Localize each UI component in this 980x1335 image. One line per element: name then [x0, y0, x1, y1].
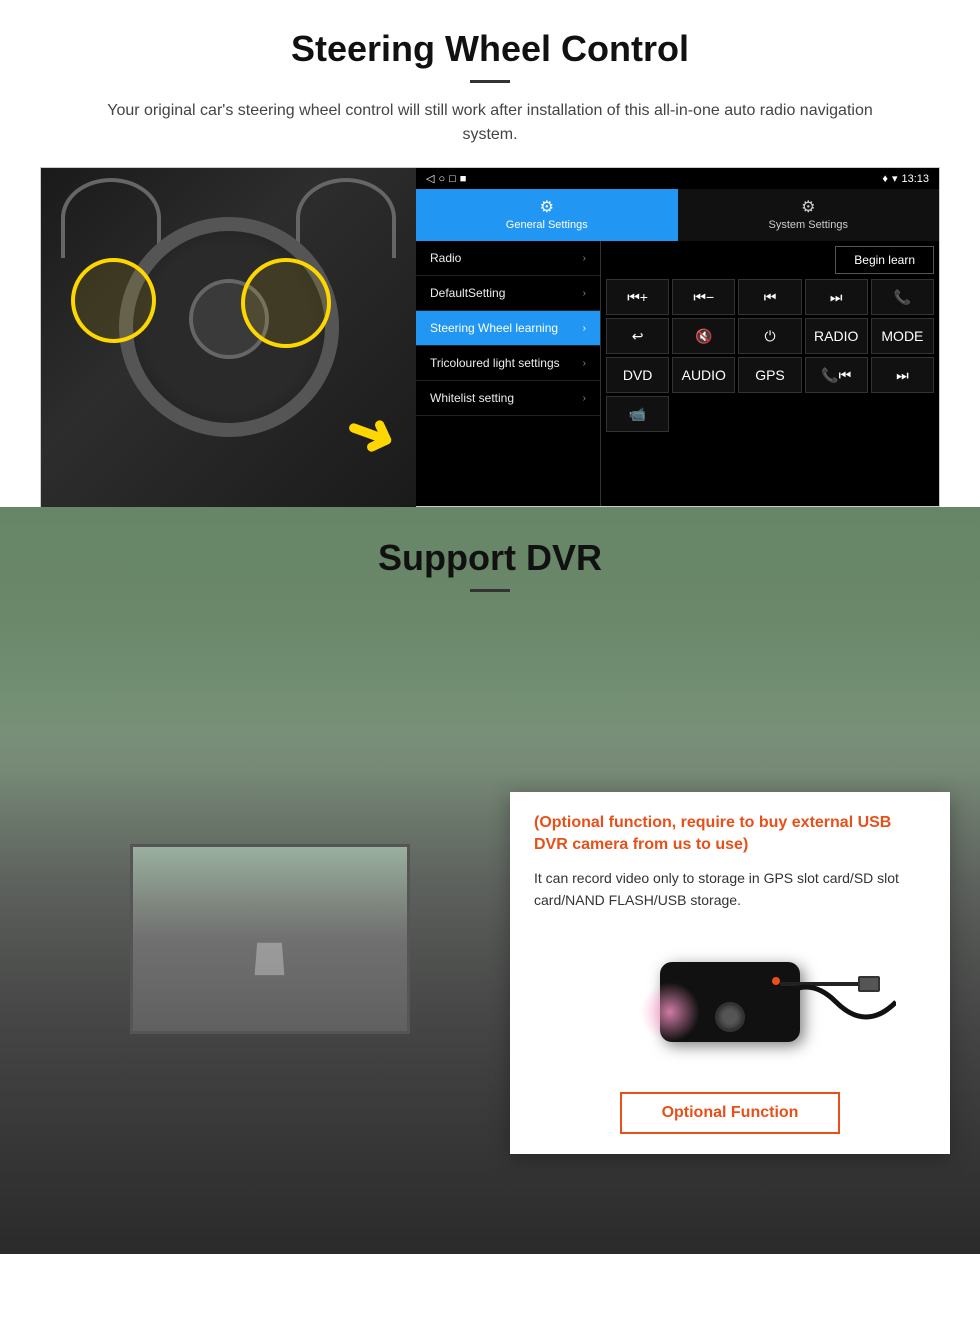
ctrl-tel-prev[interactable]: 📞⏮	[805, 357, 868, 393]
android-tabs: ⚙ General Settings ⚙ System Settings	[416, 189, 939, 241]
dvr-optional-text: (Optional function, require to buy exter…	[534, 812, 926, 857]
mode-label: MODE	[881, 328, 923, 344]
android-ui: ◁ ○ □ ■ ♦ ▾ 13:13 ⚙ General Settings	[416, 168, 939, 506]
menu-item-radio[interactable]: Radio ›	[416, 241, 600, 276]
dvr-preview-image	[130, 844, 410, 1034]
chevron-icon: ›	[583, 253, 586, 264]
tab-general-settings[interactable]: ⚙ General Settings	[416, 189, 678, 241]
menu-tricoloured-label: Tricoloured light settings	[430, 356, 560, 370]
vol-plus-icon: ⏮+	[627, 289, 648, 306]
gear-icon-general: ⚙	[540, 197, 554, 217]
wifi-icon: ▾	[892, 172, 898, 185]
android-status-bar: ◁ ○ □ ■ ♦ ▾ 13:13	[416, 168, 939, 189]
tab-system-settings[interactable]: ⚙ System Settings	[678, 189, 940, 241]
gear-icon-system: ⚙	[801, 197, 815, 217]
status-icons-left: ◁ ○ □ ■	[426, 172, 466, 185]
radio-label: RADIO	[814, 328, 858, 344]
ctrl-radio[interactable]: RADIO	[805, 318, 868, 354]
ctrl-vol-plus[interactable]: ⏮+	[606, 279, 669, 315]
phone-icon: 📞	[894, 289, 911, 306]
menu-icon: ■	[460, 173, 467, 185]
dvr-divider	[470, 589, 510, 592]
dvd-label: DVD	[623, 367, 653, 383]
home-icon: ○	[438, 173, 445, 185]
menu-left: Radio › DefaultSetting › Steering Wheel …	[416, 241, 601, 506]
title-divider	[470, 80, 510, 83]
optional-function-btn-container: Optional Function	[534, 1092, 926, 1134]
gauge-left	[61, 178, 161, 258]
cable-svg	[776, 962, 896, 1042]
gauge-right	[296, 178, 396, 258]
steering-ui-container: ➜ ◁ ○ □ ■ ♦ ▾ 13:13 ⚙	[40, 167, 940, 507]
menu-item-default-setting[interactable]: DefaultSetting ›	[416, 276, 600, 311]
ctrl-dvd[interactable]: DVD	[606, 357, 669, 393]
ctrl-next[interactable]: ⏭	[805, 279, 868, 315]
ctrl-mute[interactable]: 🔇	[672, 318, 735, 354]
ctrl-vol-minus[interactable]: ⏮−	[672, 279, 735, 315]
ctrl-power[interactable]: ⏻	[738, 318, 801, 354]
dvr-icon: 📹	[629, 406, 646, 423]
power-icon: ⏻	[764, 328, 775, 345]
status-icons-right: ♦ ▾ 13:13	[882, 172, 929, 185]
menu-default-label: DefaultSetting	[430, 286, 505, 300]
gps-label: GPS	[755, 367, 785, 383]
optional-function-button[interactable]: Optional Function	[620, 1092, 841, 1134]
dvr-section: Support DVR (Optional function, require …	[0, 507, 980, 1254]
steering-title: Steering Wheel Control	[40, 28, 940, 70]
menu-steering-label: Steering Wheel learning	[430, 321, 558, 335]
ctrl-tel-next[interactable]: ⏭	[871, 357, 934, 393]
chevron-icon-5: ›	[583, 393, 586, 404]
chevron-icon-4: ›	[583, 358, 586, 369]
tel-next-icon: ⏭	[896, 367, 909, 384]
dvr-info-card: (Optional function, require to buy exter…	[510, 792, 950, 1154]
begin-learn-row: Begin learn	[606, 246, 934, 274]
dvr-camera-image	[534, 932, 926, 1072]
steering-subtitle: Your original car's steering wheel contr…	[80, 99, 900, 147]
dvr-title: Support DVR	[0, 537, 980, 579]
vol-minus-icon: ⏮−	[693, 289, 714, 306]
chevron-icon-3: ›	[583, 323, 586, 334]
steering-photo: ➜	[41, 168, 416, 508]
camera-glow	[640, 982, 700, 1042]
ctrl-gps[interactable]: GPS	[738, 357, 801, 393]
camera-lens	[715, 1002, 745, 1032]
next-icon: ⏭	[830, 289, 843, 306]
control-buttons-grid: ⏮+ ⏮− ⏮ ⏭ 📞 ↩ 🔇 ⏻ RADIO MODE DVD AUDIO	[606, 279, 934, 432]
menu-item-tricoloured[interactable]: Tricoloured light settings ›	[416, 346, 600, 381]
tab-general-label: General Settings	[506, 219, 588, 231]
ctrl-audio[interactable]: AUDIO	[672, 357, 735, 393]
audio-label: AUDIO	[682, 367, 726, 383]
menu-radio-label: Radio	[430, 251, 461, 265]
menu-whitelist-label: Whitelist setting	[430, 391, 514, 405]
yellow-arrow: ➜	[335, 392, 406, 475]
recents-icon: □	[449, 173, 456, 185]
chevron-icon-2: ›	[583, 288, 586, 299]
ctrl-back[interactable]: ↩	[606, 318, 669, 354]
menu-right: Begin learn ⏮+ ⏮− ⏮ ⏭ 📞 ↩ 🔇 ⏻ RADIO	[601, 241, 939, 506]
ctrl-dvr[interactable]: 📹	[606, 396, 669, 432]
back-icon: ◁	[426, 172, 434, 185]
preview-road	[133, 847, 407, 1031]
android-menu: Radio › DefaultSetting › Steering Wheel …	[416, 241, 939, 506]
ctrl-phone[interactable]: 📞	[871, 279, 934, 315]
ctrl-mode[interactable]: MODE	[871, 318, 934, 354]
menu-item-whitelist[interactable]: Whitelist setting ›	[416, 381, 600, 416]
begin-learn-button[interactable]: Begin learn	[835, 246, 934, 274]
menu-item-steering-wheel-learning[interactable]: Steering Wheel learning ›	[416, 311, 600, 346]
dvr-content: Support DVR (Optional function, require …	[0, 507, 980, 1154]
prev-icon: ⏮	[764, 289, 777, 306]
tab-system-label: System Settings	[769, 219, 848, 231]
highlight-circle-left	[71, 258, 156, 343]
location-icon: ♦	[882, 173, 888, 185]
dvr-description: It can record video only to storage in G…	[534, 867, 926, 912]
clock: 13:13	[901, 173, 929, 185]
back-call-icon: ↩	[632, 328, 644, 345]
highlight-circle-right	[241, 258, 331, 348]
mute-icon: 🔇	[695, 328, 712, 345]
ctrl-prev[interactable]: ⏮	[738, 279, 801, 315]
steering-section: Steering Wheel Control Your original car…	[0, 0, 980, 507]
tel-prev-icon: 📞⏮	[821, 367, 851, 384]
